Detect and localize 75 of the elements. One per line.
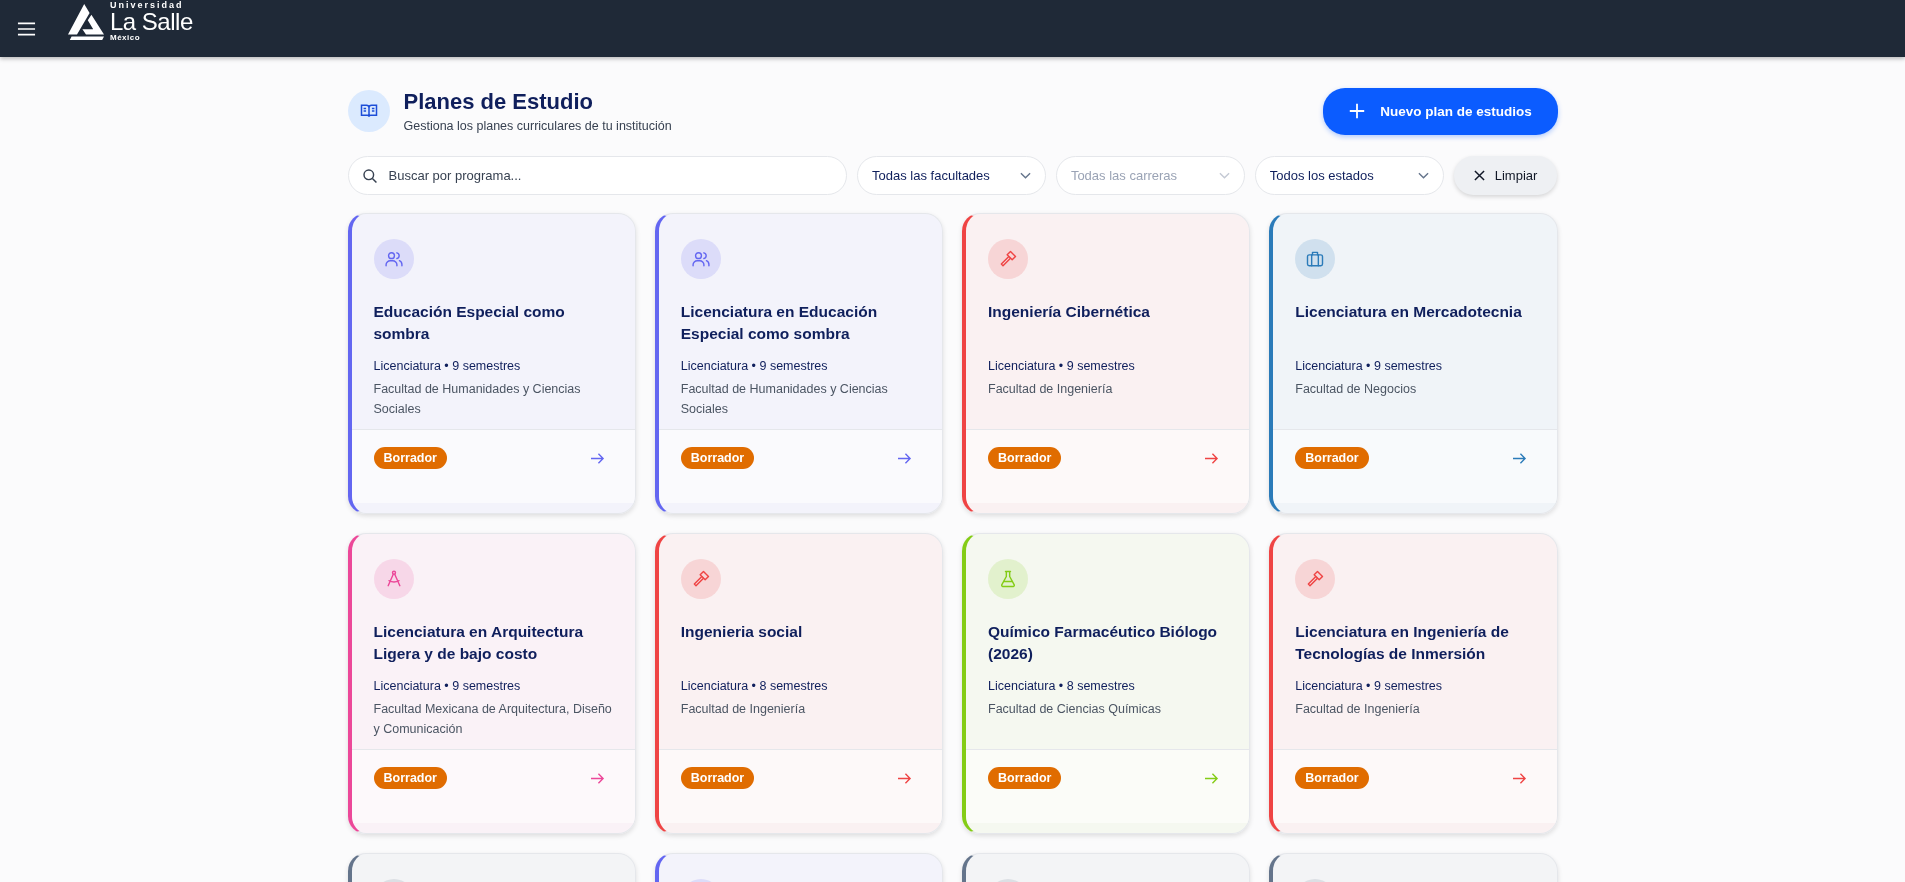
- hammer-icon: [988, 239, 1028, 279]
- logo-top-text: Universidad: [110, 1, 185, 10]
- card-title: Licenciatura en Mercadotecnia: [1295, 302, 1523, 322]
- status-badge: Borrador: [680, 767, 755, 789]
- card-meta: Licenciatura • 9 semestres: [680, 359, 829, 373]
- card-faculty: Facultad de Ciencias Químicas: [988, 701, 1162, 718]
- new-plan-button[interactable]: Nuevo plan de estudios: [1322, 87, 1558, 135]
- card-faculty: Facultad de Ingeniería: [1295, 701, 1421, 718]
- arrow-right-icon[interactable]: [1511, 451, 1527, 465]
- status-badge: Borrador: [1295, 447, 1369, 469]
- card-title: Licenciatura en Educación Especial como sombra: [680, 302, 879, 344]
- card-faculty: Facultad de Humanidades y Ciencias Sociales: [680, 381, 889, 418]
- search-icon: [361, 168, 378, 184]
- status-badge: Borrador: [373, 767, 447, 789]
- page-title: Planes de Estudio: [403, 89, 594, 115]
- card-meta: Licenciatura • 9 semestres: [1295, 679, 1444, 693]
- card-faculty: Facultad de Ingeniería: [988, 381, 1114, 398]
- people-icon: [373, 239, 414, 279]
- plan-card[interactable]: Licenciatura en Educación Especial como sombra Licenciatura • 9 semestres Facultad de Humanidades y Ciencias Sociales Borrador: [654, 213, 943, 514]
- chevron-down-icon: [1417, 171, 1429, 180]
- card-faculty: Facultad de Ingeniería: [680, 701, 807, 718]
- plan-card[interactable]: Ingenieria social Licenciatura • 8 semestres Facultad de Ingeniería Borrador: [654, 533, 943, 834]
- hammer-icon: [1295, 559, 1336, 599]
- menu-icon[interactable]: [17, 20, 36, 37]
- logo-name: La Salle: [110, 10, 193, 34]
- plan-card[interactable]: Educación Especial como sombra Licenciatura • 9 semestres Facultad de Humanidades y Ciencias Sociales Borrador: [347, 213, 636, 514]
- status-badge: Borrador: [988, 767, 1062, 789]
- plan-card[interactable]: Ingeniería Cibernética Licenciatura • 9 semestres Facultad de Ingeniería Borrador: [962, 213, 1251, 514]
- status-badge: Borrador: [373, 447, 447, 469]
- chevron-down-icon: [1019, 171, 1031, 180]
- card-faculty: Facultad Mexicana de Arquitectura, Diseño y Comunicación: [373, 701, 613, 738]
- card-title: Educación Especial como sombra: [373, 302, 566, 344]
- chevron-down-icon: [1218, 171, 1230, 180]
- clear-button[interactable]: Limpiar: [1453, 156, 1558, 195]
- card-meta: Licenciatura • 8 semestres: [680, 679, 829, 693]
- status-badge: Borrador: [988, 447, 1062, 469]
- plan-card[interactable]: Licenciatura en Arquitectura Ligera y de bajo costo Licenciatura • 9 semestres Facultad Mexicana de Arquitectura, Diseño y Comunicación Borrador: [347, 533, 636, 834]
- filter-dropdown[interactable]: Todas las facultades: [857, 156, 1046, 195]
- card-faculty: Facultad de Humanidades y Ciencias Sociales: [373, 381, 582, 418]
- search-field[interactable]: Buscar por programa...: [347, 156, 848, 195]
- arrow-right-icon[interactable]: [1204, 771, 1220, 785]
- plan-card[interactable]: Químico Farmacéutico Biólogo (2026) Licenciatura • 8 semestres Facultad de Ciencias Químicas Borrador: [962, 533, 1251, 834]
- arrow-right-icon[interactable]: [897, 771, 912, 785]
- card-meta: Licenciatura • 8 semestres: [988, 679, 1136, 693]
- hammer-icon: [680, 559, 721, 599]
- card-title: Licenciatura en Arquitectura Ligera y de bajo costo: [373, 622, 585, 664]
- status-badge: Borrador: [1295, 767, 1369, 789]
- logo-emblem-icon: [66, 3, 106, 40]
- people-icon: [680, 239, 721, 279]
- plan-card[interactable]: Licenciatura en Mercadotecnia Licenciatura • 9 semestres Facultad de Negocios Borrador: [1269, 213, 1558, 514]
- flask-icon: [988, 559, 1028, 599]
- card-faculty: Facultad de Negocios: [1295, 381, 1418, 398]
- filter-dropdown[interactable]: Todos los estados: [1254, 156, 1444, 195]
- arrow-right-icon[interactable]: [1511, 771, 1527, 785]
- book-icon: [347, 90, 390, 132]
- close-icon: [1473, 170, 1485, 181]
- card-title: Licenciatura en Ingeniería de Tecnologías de Inmersión: [1295, 622, 1510, 664]
- card-title: Ingenieria social: [680, 622, 804, 642]
- plus-icon: [1348, 102, 1367, 120]
- arrow-right-icon[interactable]: [589, 771, 605, 785]
- logo-subtext: México: [110, 34, 142, 42]
- card-meta: Licenciatura • 9 semestres: [1295, 359, 1444, 373]
- arrow-right-icon[interactable]: [1204, 451, 1220, 465]
- arrow-right-icon[interactable]: [897, 451, 912, 465]
- card-title: Químico Farmacéutico Biólogo (2026): [988, 622, 1219, 664]
- card-meta: Licenciatura • 9 semestres: [373, 359, 522, 373]
- page-subtitle: Gestiona los planes curriculares de tu institución: [403, 119, 673, 133]
- card-meta: Licenciatura • 9 semestres: [988, 359, 1136, 373]
- compass-icon: [373, 559, 414, 599]
- plan-card[interactable]: Licenciatura en Ingeniería de Tecnologías de Inmersión Licenciatura • 9 semestres Facultad de Ingeniería Borrador: [1269, 533, 1558, 834]
- card-title: Ingeniería Cibernética: [988, 302, 1151, 322]
- briefcase-icon: [1295, 239, 1336, 279]
- arrow-right-icon[interactable]: [589, 451, 605, 465]
- status-badge: Borrador: [680, 447, 755, 469]
- card-meta: Licenciatura • 9 semestres: [373, 679, 522, 693]
